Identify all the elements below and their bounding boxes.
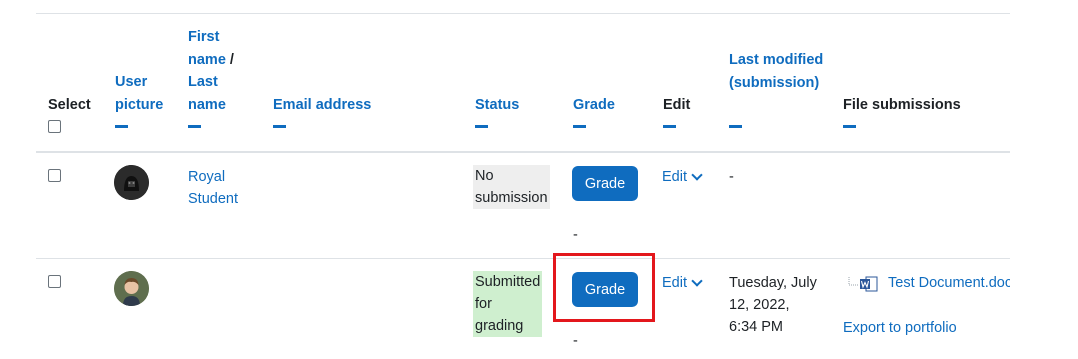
header-bottom-border (36, 151, 1010, 153)
last-modified-value: - (729, 169, 734, 185)
status-badge: No submission (473, 165, 550, 209)
header-last-modified[interactable]: Last modified (submission) (729, 49, 829, 94)
status-text-line2: submission (475, 190, 548, 206)
sort-edit-icon[interactable] (663, 125, 676, 128)
word-document-icon (860, 276, 878, 292)
status-text-line1: No (475, 168, 494, 184)
user-name-link[interactable]: Royal Student (188, 166, 238, 210)
chevron-down-icon[interactable] (691, 275, 703, 287)
header-name-slash: / (225, 51, 234, 68)
header-status[interactable]: Status (475, 94, 519, 117)
row-select-checkbox[interactable] (48, 275, 61, 288)
header-select: Select (48, 97, 91, 113)
edit-label[interactable]: Edit (662, 166, 687, 188)
status-text-line3: grading (475, 318, 524, 334)
select-all-checkbox[interactable] (48, 120, 61, 133)
header-file-submissions: File submissions (843, 97, 961, 113)
status-text-line1: Submitted (475, 274, 541, 290)
avatar[interactable] (114, 271, 149, 306)
sort-name-icon[interactable] (188, 125, 201, 128)
avatar-image-icon (114, 165, 149, 200)
grade-value: - (573, 227, 578, 243)
last-modified-line2: 12, 2022, (729, 297, 790, 313)
sort-status-icon[interactable] (475, 125, 488, 128)
sort-last-modified-icon[interactable] (729, 125, 742, 128)
edit-menu[interactable]: Edit (662, 272, 703, 294)
row-divider (36, 258, 1010, 259)
last-modified-value: Tuesday, July 12, 2022, 6:34 PM (729, 272, 817, 338)
header-name[interactable]: First name / Last name (188, 26, 248, 116)
sort-user-picture-icon[interactable] (115, 125, 128, 128)
edit-label[interactable]: Edit (662, 272, 687, 294)
table-top-border (36, 13, 1010, 14)
avatar-image-icon (114, 271, 149, 306)
header-email[interactable]: Email address (273, 94, 371, 117)
file-link[interactable]: Test Document.doc (888, 272, 1010, 294)
edit-menu[interactable]: Edit (662, 166, 703, 188)
sort-grade-icon[interactable] (573, 125, 586, 128)
user-last-name[interactable]: Student (188, 188, 238, 210)
sort-email-icon[interactable] (273, 125, 286, 128)
row-select-checkbox[interactable] (48, 169, 61, 182)
status-text-line2: for (475, 296, 492, 312)
export-to-portfolio-link[interactable]: Export to portfolio (843, 317, 957, 339)
grade-button[interactable]: Grade (572, 272, 638, 307)
status-badge: Submitted for grading (473, 271, 543, 337)
header-first-name[interactable]: First name (188, 29, 226, 68)
header-user-picture[interactable]: User picture (115, 71, 175, 116)
avatar[interactable] (114, 165, 149, 200)
last-modified-line3: 6:34 PM (729, 319, 783, 335)
header-last-name[interactable]: Last name (188, 74, 226, 113)
user-first-name[interactable]: Royal (188, 166, 238, 188)
last-modified-line1: Tuesday, July (729, 275, 817, 291)
chevron-down-icon[interactable] (691, 169, 703, 181)
header-edit: Edit (663, 97, 691, 113)
grade-value: - (573, 333, 578, 349)
grade-button[interactable]: Grade (572, 166, 638, 201)
sort-file-submissions-icon[interactable] (843, 125, 856, 128)
header-grade[interactable]: Grade (573, 94, 615, 117)
